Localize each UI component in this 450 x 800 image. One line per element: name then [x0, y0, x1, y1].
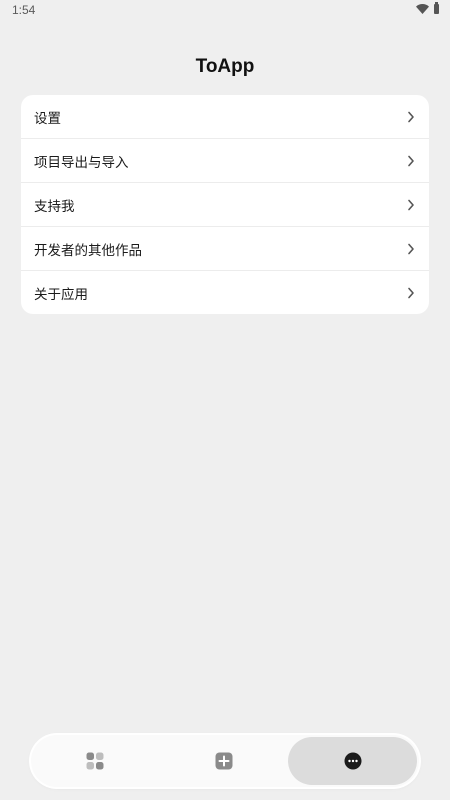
status-bar: 1:54: [0, 0, 450, 22]
add-square-icon: [215, 752, 233, 770]
menu-item-other-works[interactable]: 开发者的其他作品: [21, 227, 429, 271]
menu-item-label: 开发者的其他作品: [34, 242, 142, 259]
chevron-right-icon: [407, 243, 415, 255]
status-icons: [416, 2, 439, 14]
settings-menu-card: 设置 项目导出与导入 支持我 开发者的其他作品 关于应用: [21, 95, 429, 314]
bottom-navigation: [31, 735, 419, 787]
tab-add[interactable]: [160, 737, 289, 785]
more-circle-icon: [344, 752, 362, 770]
chevron-right-icon: [407, 199, 415, 211]
tab-more[interactable]: [288, 737, 418, 785]
menu-item-label: 项目导出与导入: [34, 154, 129, 171]
chevron-right-icon: [407, 111, 415, 123]
menu-item-export-import[interactable]: 项目导出与导入: [21, 139, 429, 183]
menu-item-label: 关于应用: [34, 286, 88, 303]
chevron-right-icon: [407, 287, 415, 299]
menu-item-label: 设置: [34, 110, 61, 127]
apps-grid-icon: [86, 752, 104, 770]
page-title: ToApp: [195, 56, 255, 77]
tab-apps[interactable]: [31, 737, 160, 785]
battery-icon: [434, 2, 439, 14]
status-time: 1:54: [12, 3, 36, 17]
wifi-icon: [416, 4, 429, 14]
menu-item-support-me[interactable]: 支持我: [21, 183, 429, 227]
menu-item-label: 支持我: [34, 198, 75, 215]
menu-item-about[interactable]: 关于应用: [21, 271, 429, 314]
menu-item-settings[interactable]: 设置: [21, 95, 429, 139]
chevron-right-icon: [407, 155, 415, 167]
